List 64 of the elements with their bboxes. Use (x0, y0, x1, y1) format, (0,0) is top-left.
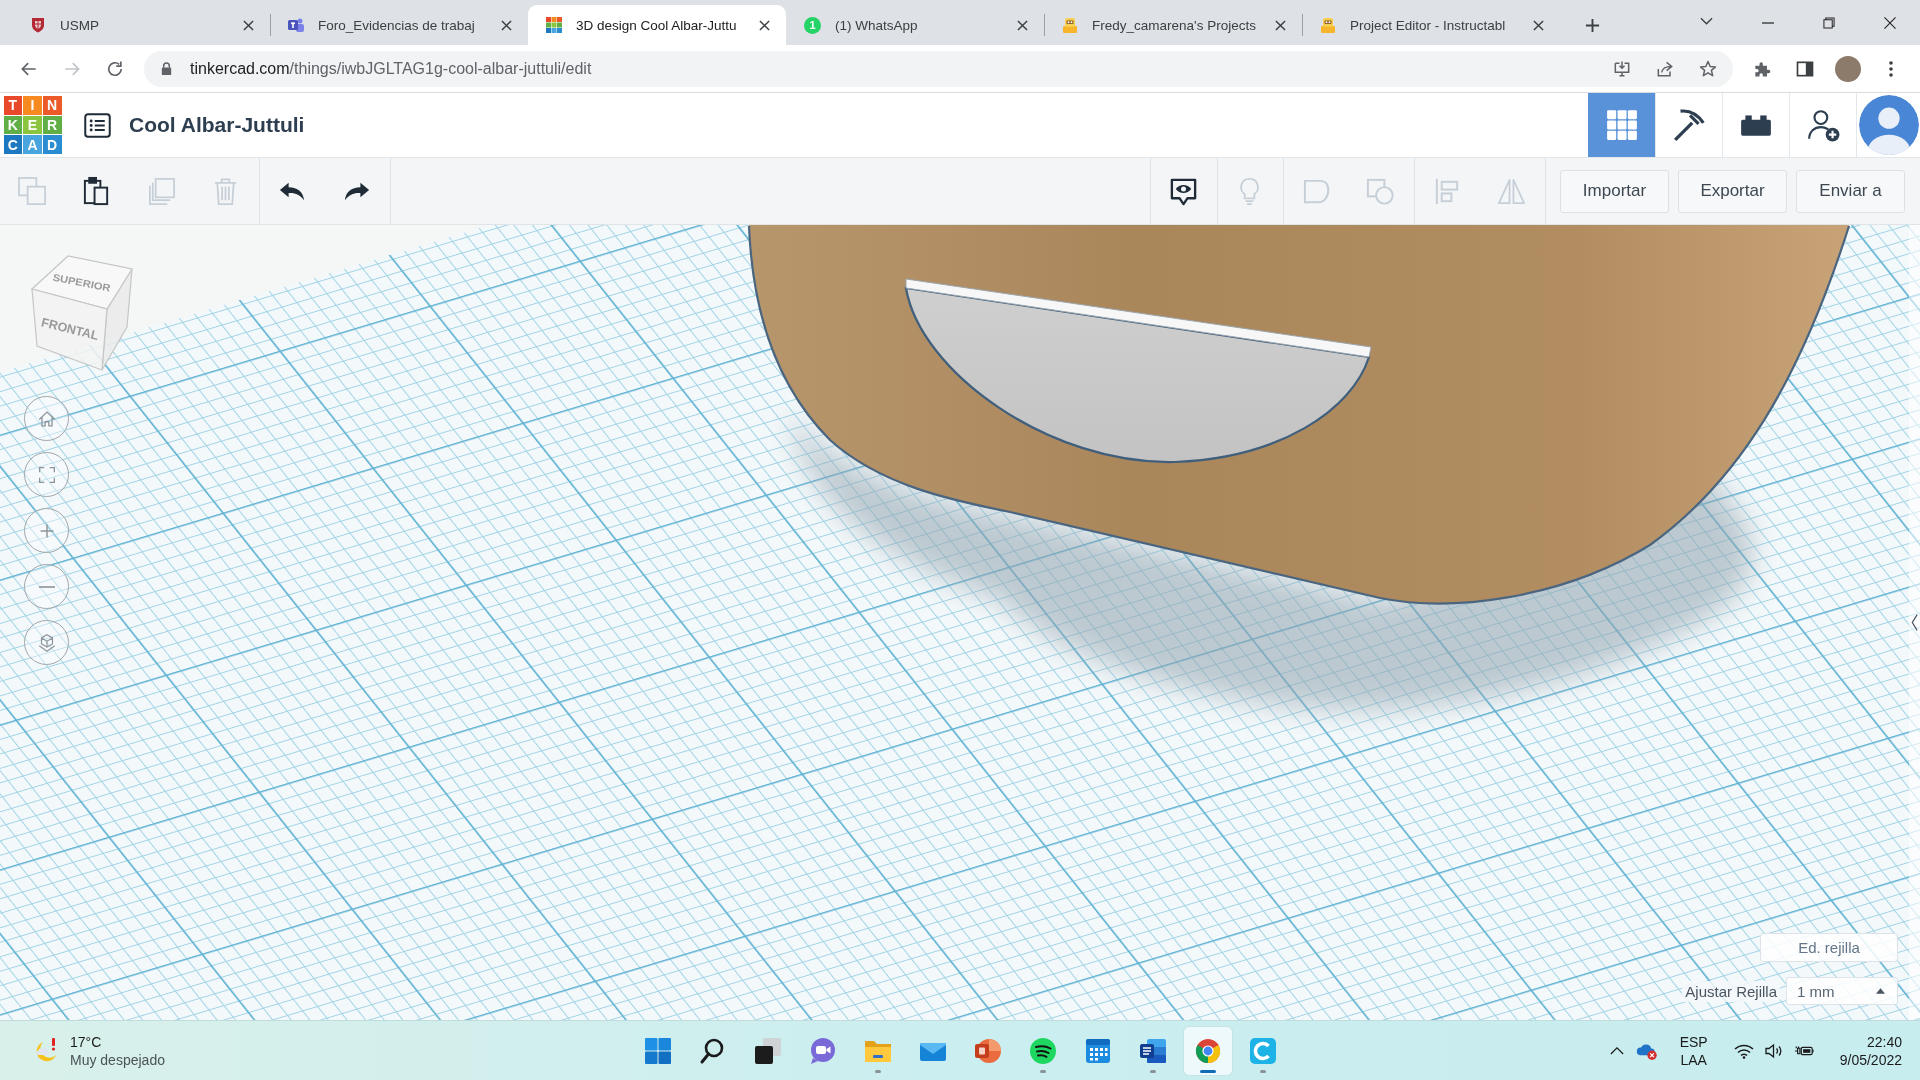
send-to-button[interactable]: Enviar a (1796, 169, 1905, 213)
design-title[interactable]: Cool Albar-Juttuli (129, 113, 305, 137)
close-icon (758, 19, 770, 31)
color-grid-icon (546, 17, 562, 33)
clock-button[interactable]: 22:40 9/05/2022 (1835, 1028, 1906, 1073)
browser-tab[interactable]: Foro_Evidencias de trabaj (270, 5, 528, 45)
browser-tab[interactable]: 1 (1) WhatsApp (786, 5, 1044, 45)
address-field[interactable]: tinkercad.com/things/iwbJGLTAG1g-cool-albar-juttuli/edit (144, 50, 1733, 87)
list-icon (82, 110, 112, 140)
chevron-up-icon (1609, 1046, 1624, 1055)
restore-icon (1822, 16, 1835, 29)
video-chat-icon (808, 1036, 837, 1065)
notification-badge: 1 (804, 16, 821, 34)
plus-icon (1584, 17, 1600, 33)
snap-grid-dropdown[interactable]: 1 mm (1786, 977, 1898, 1005)
star-icon (1698, 58, 1718, 79)
lock-icon (159, 61, 174, 76)
slides-icon (973, 1036, 1002, 1065)
browser-tab[interactable]: Project Editor - Instructabl (1302, 5, 1560, 45)
minus-icon (38, 585, 55, 588)
panel-toggle-button[interactable] (1909, 225, 1920, 1020)
robot-icon (1320, 17, 1336, 33)
calendar-icon (1083, 1036, 1112, 1065)
arc-tile-icon (1248, 1036, 1277, 1065)
import-button[interactable]: Importar (1560, 169, 1669, 213)
task-view-icon (753, 1036, 782, 1065)
weather-widget[interactable]: 17°C Muy despejado (28, 1026, 169, 1075)
music-icon (1028, 1036, 1057, 1065)
half-disc-shape[interactable] (904, 278, 1372, 464)
close-icon (242, 19, 254, 31)
caret-up-icon (1876, 988, 1885, 994)
crest-icon (30, 17, 46, 33)
start-icon (643, 1036, 672, 1065)
pickaxe-icon (1672, 108, 1706, 142)
copy-icon (16, 175, 48, 207)
avatar-placeholder (1835, 55, 1861, 82)
close-icon (1532, 19, 1544, 31)
perspective-button[interactable] (24, 620, 69, 665)
browser-tab[interactable]: Fredy_camarena's Projects (1044, 5, 1302, 45)
language-button[interactable]: ESP LAA (1667, 1028, 1720, 1073)
close-icon (1274, 19, 1286, 31)
chevron-down-icon (1699, 17, 1713, 25)
export-button[interactable]: Exportar (1678, 169, 1787, 213)
team-chat-icon (288, 17, 304, 33)
tinkercad-logo[interactable]: T I N K E R C A D (3, 95, 62, 155)
browser-tab[interactable]: 3D design Cool Albar-Juttu (528, 5, 786, 45)
zoom-out-button[interactable] (24, 564, 69, 609)
snap-grid-label: Ajustar Rejilla (1682, 980, 1780, 1002)
fit-view-button[interactable] (24, 452, 69, 497)
robot-icon (1062, 17, 1078, 33)
browser-tab[interactable]: USMP (12, 5, 270, 45)
browser-icon (1193, 1036, 1222, 1065)
chevron-left-icon (1911, 613, 1918, 632)
add-user-icon (1806, 108, 1840, 142)
edit-grid-button[interactable]: Ed. rejilla (1760, 933, 1898, 962)
close-icon (1016, 19, 1028, 31)
grid-icon (1605, 108, 1639, 142)
close-icon (1883, 16, 1896, 29)
close-icon (500, 19, 512, 31)
home-view-button[interactable] (24, 396, 69, 441)
zoom-in-button[interactable] (24, 508, 69, 553)
document-icon (1138, 1036, 1167, 1065)
minimize-icon (1761, 21, 1774, 24)
more-icon (1889, 60, 1893, 77)
